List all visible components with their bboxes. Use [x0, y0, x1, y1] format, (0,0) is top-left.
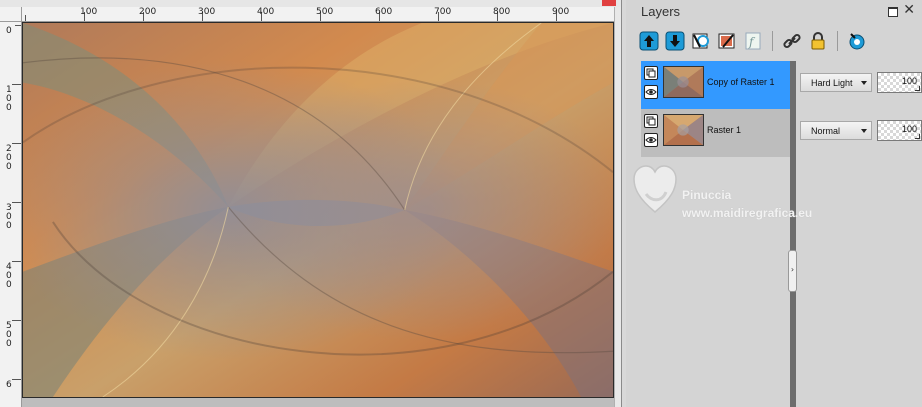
ruler-label: 100 — [6, 85, 12, 113]
opacity-value: 100 — [901, 124, 917, 134]
chevron-down-icon — [861, 129, 867, 133]
ruler-label: 100 — [80, 7, 98, 17]
ruler-label: 6 — [6, 380, 12, 390]
ruler-corner — [0, 7, 22, 22]
layer-row-copy-of-raster-1[interactable]: Copy of Raster 1 Hard Light 100 — [641, 61, 922, 109]
layer-item[interactable]: Raster 1 — [641, 109, 790, 157]
ruler-label: 0 — [6, 26, 12, 36]
ruler-label: 300 — [198, 7, 216, 17]
close-document-button[interactable] — [602, 0, 616, 6]
layer-group-icon[interactable] — [644, 114, 658, 128]
new-layer-icon[interactable] — [690, 30, 712, 52]
layer-name: Copy of Raster 1 — [707, 77, 775, 87]
layer-list: Copy of Raster 1 Hard Light 100 Raster 1… — [641, 61, 922, 157]
layer-properties-icon[interactable] — [716, 30, 738, 52]
ruler-tick — [12, 379, 21, 380]
heart-logo-icon — [633, 165, 677, 213]
watermark-url: www.maidiregrafica.eu — [682, 206, 813, 220]
mask-icon[interactable] — [846, 30, 868, 52]
ruler-label: 500 — [316, 7, 334, 17]
visibility-eye-icon[interactable] — [644, 133, 658, 147]
toolbar-separator — [837, 31, 838, 51]
opacity-field[interactable]: 100 — [877, 120, 922, 141]
move-layer-down-icon[interactable] — [664, 30, 686, 52]
layers-panel: Layers ✕ f Copy of Raster 1 Hard Light 1… — [626, 0, 922, 407]
horizontal-ruler: 100 200 300 400 500 600 700 800 900 — [22, 7, 614, 22]
ruler-tick — [12, 143, 21, 144]
vertical-scrollbar[interactable] — [614, 7, 621, 407]
fx-effects-icon[interactable]: f — [742, 30, 764, 52]
ruler-label: 300 — [6, 203, 12, 231]
ruler-tick — [25, 15, 26, 21]
canvas-area[interactable] — [22, 22, 614, 407]
move-layer-up-icon[interactable] — [638, 30, 660, 52]
blend-mode-value: Hard Light — [811, 78, 853, 88]
layers-toolbar: f — [638, 28, 868, 54]
resize-corner-icon — [915, 134, 920, 139]
ruler-label: 200 — [6, 144, 12, 172]
ruler-label: 600 — [375, 7, 393, 17]
blend-mode-value: Normal — [811, 126, 841, 136]
blend-mode-dropdown[interactable]: Hard Light — [800, 73, 872, 92]
watermark: Pinuccia www.maidiregrafica.eu — [626, 160, 856, 220]
collapse-handle[interactable]: › — [788, 250, 797, 292]
ruler-tick — [12, 261, 21, 262]
lock-icon[interactable] — [807, 30, 829, 52]
layer-controls: Hard Light 100 — [796, 61, 922, 109]
opacity-value: 100 — [901, 76, 917, 86]
vertical-ruler: 0 100 200 300 400 500 6 — [0, 22, 22, 407]
ruler-label: 400 — [6, 262, 12, 290]
layer-thumbnail — [663, 66, 704, 98]
layer-row-raster-1[interactable]: Raster 1 Normal 100 — [641, 109, 922, 157]
layer-thumbnail — [663, 114, 704, 146]
ruler-tick — [12, 320, 21, 321]
visibility-eye-icon[interactable] — [644, 85, 658, 99]
layer-name: Raster 1 — [707, 125, 742, 135]
close-icon[interactable]: ✕ — [903, 2, 915, 18]
canvas-image[interactable] — [22, 22, 614, 398]
blend-mode-dropdown[interactable]: Normal — [800, 121, 872, 140]
ruler-label: 700 — [434, 7, 452, 17]
ruler-label: 500 — [6, 321, 12, 349]
ruler-tick — [15, 25, 21, 26]
layer-controls: Normal 100 — [796, 109, 922, 157]
layers-header: Layers ✕ — [626, 0, 922, 24]
link-icon[interactable] — [781, 30, 803, 52]
opacity-field[interactable]: 100 — [877, 72, 922, 93]
document-title-bar[interactable] — [0, 0, 621, 7]
layers-panel-title: Layers — [641, 4, 681, 19]
resize-corner-icon — [915, 86, 920, 91]
ruler-label: 200 — [139, 7, 157, 17]
ruler-label: 800 — [493, 7, 511, 17]
layer-group-icon[interactable] — [644, 66, 658, 80]
ruler-label: 900 — [552, 7, 570, 17]
ruler-tick — [12, 202, 21, 203]
ruler-tick — [12, 84, 21, 85]
layer-item[interactable]: Copy of Raster 1 — [641, 61, 790, 109]
chevron-down-icon — [861, 81, 867, 85]
panel-maximize-button[interactable] — [888, 7, 898, 17]
toolbar-separator — [772, 31, 773, 51]
canvas-window: 100 200 300 400 500 600 700 800 900 0 10… — [0, 0, 622, 407]
ruler-label: 400 — [257, 7, 275, 17]
watermark-name: Pinuccia — [682, 188, 732, 202]
